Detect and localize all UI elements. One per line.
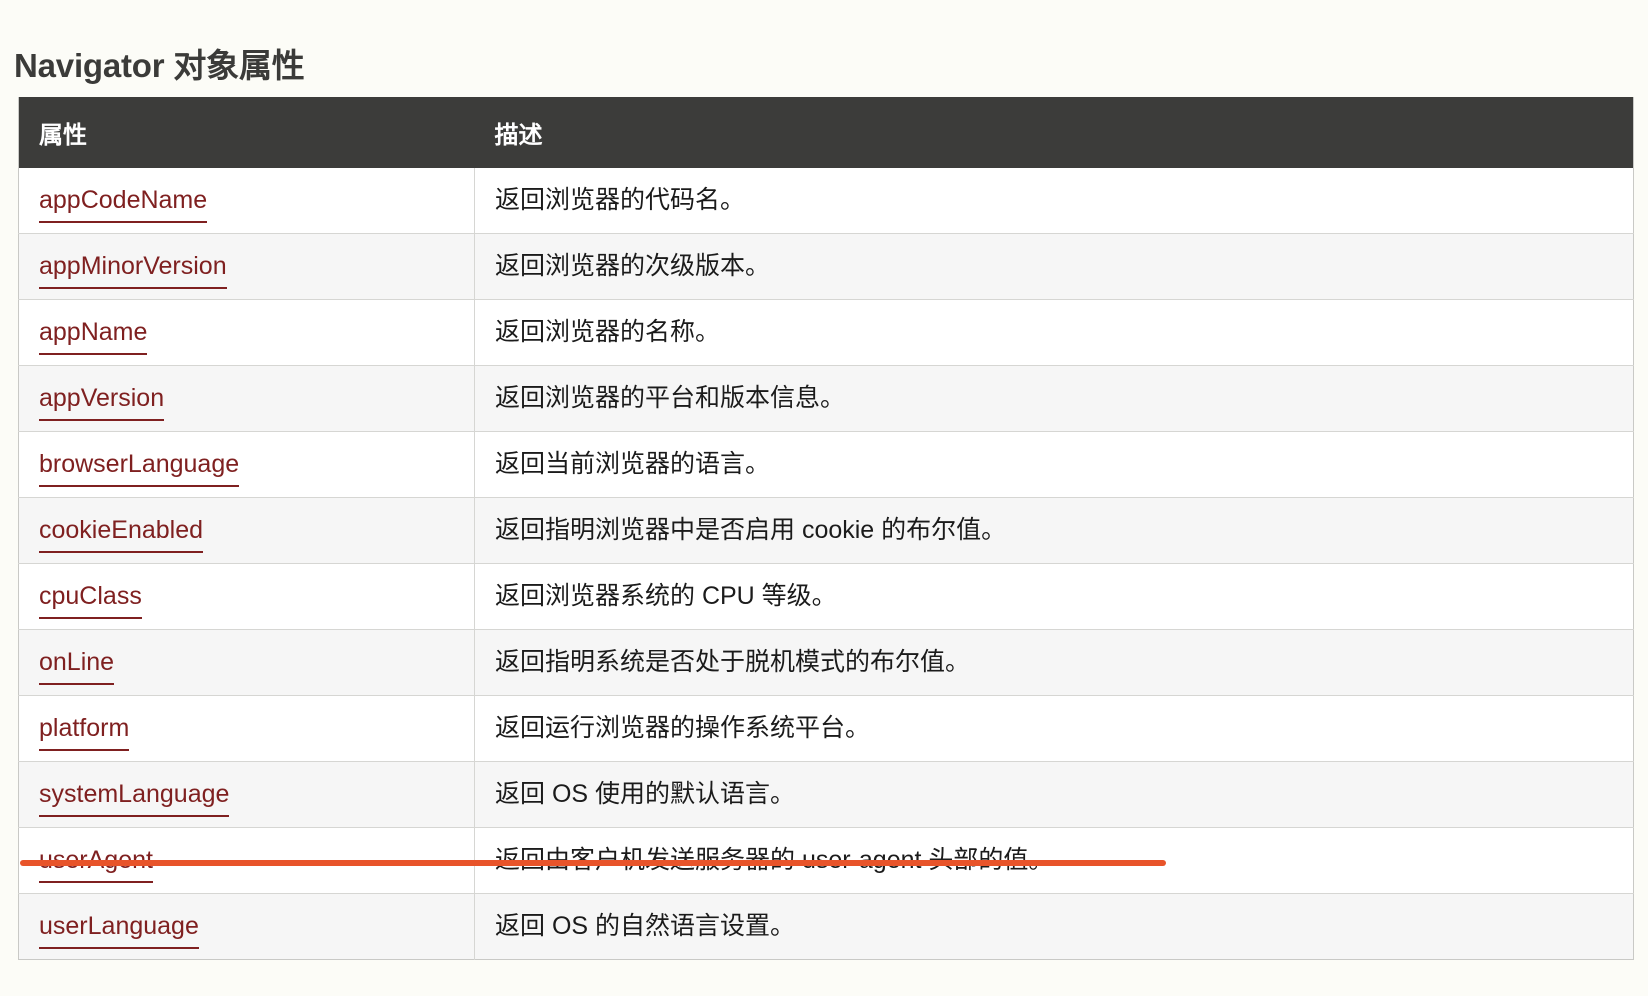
cell-description: 返回浏览器的代码名。 [475, 168, 1634, 234]
column-header-property: 属性 [18, 97, 475, 168]
cell-property: systemLanguage [18, 761, 475, 828]
table-row: platform 返回运行浏览器的操作系统平台。 [18, 695, 1634, 762]
cell-description: 返回指明系统是否处于脱机模式的布尔值。 [474, 629, 1634, 696]
navigator-properties-table-wrapper: 属性 描述 appCodeName 返回浏览器的代码名。 appMinorVersi… [18, 97, 1634, 960]
cell-property: onLine [18, 629, 475, 696]
table-row: onLine 返回指明系统是否处于脱机模式的布尔值。 [18, 629, 1634, 696]
column-header-description: 描述 [474, 97, 1634, 168]
property-link-cpuclass[interactable]: cpuClass [39, 582, 142, 619]
cell-description: 返回运行浏览器的操作系统平台。 [474, 695, 1634, 762]
description-text: 返回由客户机发送服务器的 user-agent 头部的值。 [495, 846, 1054, 874]
table-row: browserLanguage 返回当前浏览器的语言。 [18, 431, 1634, 498]
cell-property: browserLanguage [18, 431, 475, 498]
table-header: 属性 描述 [18, 97, 1634, 168]
navigator-properties-table: 属性 描述 appCodeName 返回浏览器的代码名。 appMinorVersi… [18, 97, 1634, 960]
property-link-appcodename[interactable]: appCodeName [39, 186, 208, 223]
cell-description: 返回浏览器的名称。 [474, 299, 1634, 366]
table-row: cpuClass 返回浏览器系统的 CPU 等级。 [18, 563, 1634, 630]
description-text: 返回浏览器的代码名。 [495, 186, 746, 214]
cell-property: platform [18, 695, 475, 762]
description-text: 返回浏览器的次级版本。 [495, 252, 771, 280]
description-text: 返回运行浏览器的操作系统平台。 [495, 714, 871, 742]
cell-description: 返回浏览器的次级版本。 [474, 233, 1634, 300]
description-text: 返回指明浏览器中是否启用 cookie 的布尔值。 [495, 516, 1007, 544]
description-text: 返回指明系统是否处于脱机模式的布尔值。 [495, 648, 971, 676]
description-text: 返回当前浏览器的语言。 [495, 450, 771, 478]
cell-description: 返回浏览器的平台和版本信息。 [474, 365, 1634, 432]
table-row: appCodeName 返回浏览器的代码名。 [18, 168, 1634, 234]
cell-description: 返回由客户机发送服务器的 user-agent 头部的值。 [474, 827, 1634, 894]
property-link-appversion[interactable]: appVersion [39, 384, 165, 421]
cell-property: appVersion [18, 365, 475, 432]
table-row: systemLanguage 返回 OS 使用的默认语言。 [18, 761, 1634, 828]
cell-property: appMinorVersion [18, 233, 475, 300]
description-text: 返回浏览器的平台和版本信息。 [495, 384, 846, 412]
cell-property: cpuClass [18, 563, 475, 630]
table-row: userLanguage 返回 OS 的自然语言设置。 [18, 893, 1634, 960]
table-body: appCodeName 返回浏览器的代码名。 appMinorVersion 返回浏览… [18, 168, 1634, 960]
table-row: appMinorVersion 返回浏览器的次级版本。 [18, 233, 1634, 300]
page-title: Navigator 对象属性 [14, 47, 305, 85]
cell-property: userLanguage [18, 893, 475, 960]
table-row: appVersion 返回浏览器的平台和版本信息。 [18, 365, 1634, 432]
table-header-row: 属性 描述 [18, 97, 1634, 168]
property-link-platform[interactable]: platform [39, 714, 130, 751]
cell-description: 返回指明浏览器中是否启用 cookie 的布尔值。 [474, 497, 1634, 564]
property-link-online[interactable]: onLine [39, 648, 115, 685]
cell-description: 返回 OS 使用的默认语言。 [474, 761, 1634, 828]
cell-property: appCodeName [18, 168, 475, 234]
description-text: 返回 OS 使用的默认语言。 [495, 780, 796, 808]
cell-description: 返回 OS 的自然语言设置。 [474, 893, 1634, 960]
page-root: Navigator 对象属性 属性 描述 appCodeName 返回浏览器的代码… [0, 0, 1648, 996]
property-link-userlanguage[interactable]: userLanguage [39, 912, 199, 949]
description-text: 返回浏览器的名称。 [495, 318, 721, 346]
property-link-cookieenabled[interactable]: cookieEnabled [39, 516, 204, 553]
cell-property: appName [18, 299, 475, 366]
property-link-appminorversion[interactable]: appMinorVersion [39, 252, 227, 289]
cell-description: 返回浏览器系统的 CPU 等级。 [474, 563, 1634, 630]
property-link-systemlanguage[interactable]: systemLanguage [39, 780, 230, 817]
table-row: userAgent 返回由客户机发送服务器的 user-agent 头部的值。 [18, 827, 1634, 894]
description-text: 返回 OS 的自然语言设置。 [495, 912, 796, 940]
property-link-useragent[interactable]: userAgent [39, 846, 153, 883]
table-row: cookieEnabled 返回指明浏览器中是否启用 cookie 的布尔值。 [18, 497, 1634, 564]
property-link-appname[interactable]: appName [39, 318, 148, 355]
cell-property: userAgent [18, 827, 475, 894]
property-link-browserlanguage[interactable]: browserLanguage [39, 450, 240, 487]
cell-property: cookieEnabled [18, 497, 475, 564]
cell-description: 返回当前浏览器的语言。 [474, 431, 1634, 498]
description-text: 返回浏览器系统的 CPU 等级。 [495, 582, 837, 610]
table-row: appName 返回浏览器的名称。 [18, 299, 1634, 366]
